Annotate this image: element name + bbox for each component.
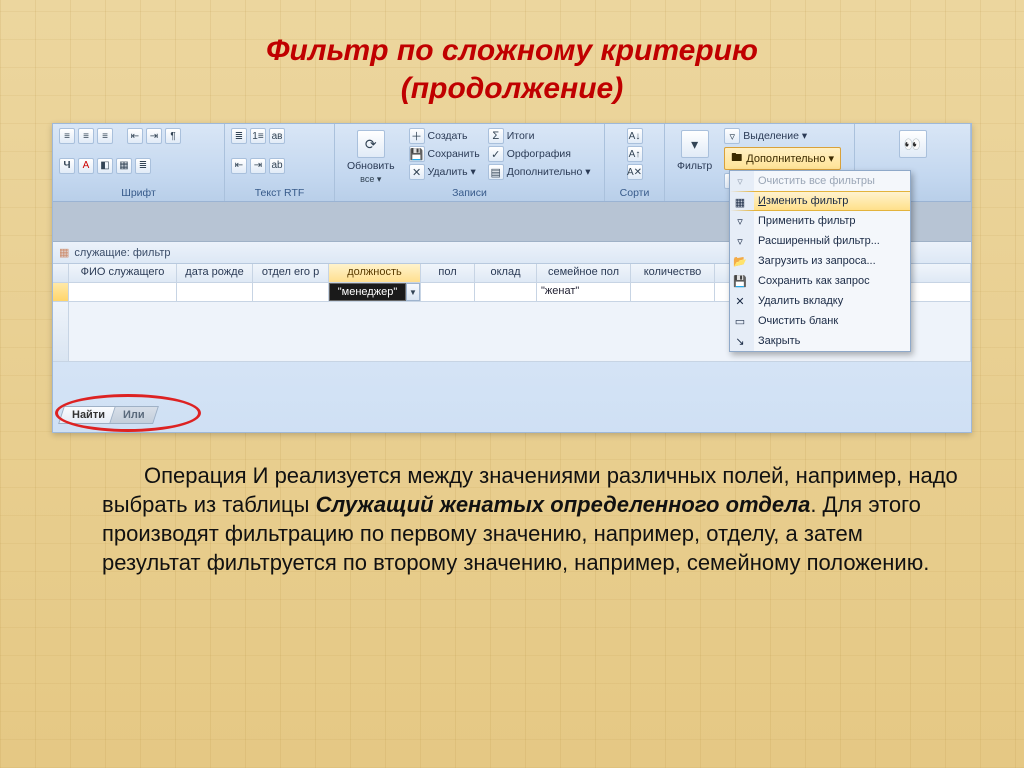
new-record-button[interactable]: ＋Создать <box>409 128 480 144</box>
numbering-icon[interactable]: 1≡ <box>250 128 266 144</box>
load-query-icon: 📂 <box>732 253 748 269</box>
spellcheck-button[interactable]: ✓Орфография <box>488 146 591 162</box>
advanced-filter-button[interactable]: 🖿Дополнительно ▾ <box>724 147 841 170</box>
delete-record-button[interactable]: ✕Удалить ▾ <box>409 164 480 180</box>
find-button-trunc[interactable]: 👀 <box>861 128 964 160</box>
save-icon: 💾 <box>409 146 425 162</box>
save-query-icon: 💾 <box>732 273 748 289</box>
col-count[interactable]: количество <box>631 264 715 283</box>
cell-fio[interactable] <box>69 283 177 302</box>
delete-icon: ✕ <box>409 164 425 180</box>
col-family[interactable]: семейное пол <box>537 264 631 283</box>
menu-clear-all: ▿Очистить все фильтры <box>730 171 910 191</box>
more-records-button[interactable]: ▤Дополнительно ▾ <box>488 164 591 180</box>
advanced-icon: 🖿 <box>731 149 742 168</box>
cell-salary[interactable] <box>475 283 537 302</box>
col-birth[interactable]: дата рожде <box>177 264 253 283</box>
sort-asc-icon[interactable]: A↓ <box>627 128 643 144</box>
ltr-icon[interactable]: ¶ <box>165 128 181 144</box>
col-dept[interactable]: отдел его р <box>253 264 329 283</box>
access-screenshot: ≡ ≡ ≡ ⇤ ⇥ ¶ Ч A ◧ ▦ ≣ Шрифт <box>52 123 972 433</box>
selection-filter-button[interactable]: ▿Выделение ▾ <box>724 128 841 144</box>
inc-indent-icon[interactable]: ⇥ <box>250 158 266 174</box>
new-icon: ＋ <box>409 128 425 144</box>
close-icon: ↘ <box>732 333 748 349</box>
more-icon: ▤ <box>488 164 504 180</box>
menu-load-query[interactable]: 📂Загрузить из запроса... <box>730 251 910 271</box>
row-selector-active[interactable] <box>53 283 69 302</box>
clear-sort-icon[interactable]: A✕ <box>627 164 643 180</box>
highlight-icon[interactable]: ab <box>269 158 285 174</box>
advanced-filter-menu: ▿Очистить все фильтры ▦Изменить фильтр ▿… <box>729 170 911 352</box>
position-value[interactable]: "менеджер" <box>329 283 406 301</box>
col-sex[interactable]: пол <box>421 264 475 283</box>
selection-icon: ▿ <box>724 128 740 144</box>
menu-edit-filter[interactable]: ▦Изменить фильтр <box>730 191 910 211</box>
explanation-paragraph: Операция И реализуется между значениями … <box>52 461 972 577</box>
clear-blank-icon: ▭ <box>732 313 748 329</box>
align-right-icon[interactable]: ≡ <box>97 128 113 144</box>
menu-advanced-filter[interactable]: ▿Расширенный фильтр... <box>730 231 910 251</box>
col-fio[interactable]: ФИО служащего <box>69 264 177 283</box>
ribbon-group-font: Шрифт <box>59 187 218 199</box>
cell-count[interactable] <box>631 283 715 302</box>
clear-filters-icon: ▿ <box>732 173 748 189</box>
filter-button[interactable]: ▾ Фильтр <box>671 128 718 174</box>
altrow-icon[interactable]: ≣ <box>135 158 151 174</box>
position-dropdown-icon[interactable]: ▼ <box>406 283 420 301</box>
gridlines-icon[interactable]: ▦ <box>116 158 132 174</box>
refresh-icon: ⟳ <box>357 130 385 158</box>
slide-title: Фильтр по сложному критерию (продолжение… <box>52 32 972 107</box>
font-color-icon[interactable]: A <box>78 158 94 174</box>
fill-color-icon[interactable]: ◧ <box>97 158 113 174</box>
cell-family[interactable]: "женат" <box>537 283 631 302</box>
datasheet-icon: ▦ <box>59 246 69 259</box>
cell-sex[interactable] <box>421 283 475 302</box>
indent-inc-icon[interactable]: ⇥ <box>146 128 162 144</box>
row-selector[interactable] <box>53 264 69 283</box>
binoculars-icon: 👀 <box>899 130 927 158</box>
menu-apply-filter[interactable]: ▿Применить фильтр <box>730 211 910 231</box>
tab-or[interactable]: Или <box>109 406 159 424</box>
align-left-icon[interactable]: ≡ <box>59 128 75 144</box>
ribbon-group-sort: Сорти <box>611 187 658 199</box>
col-position[interactable]: должность <box>329 264 421 283</box>
cell-position[interactable]: "менеджер" ▼ <box>329 283 421 302</box>
sort-desc-icon[interactable]: A↑ <box>627 146 643 162</box>
menu-delete-tab[interactable]: ✕Удалить вкладку <box>730 291 910 311</box>
menu-clear-blank[interactable]: ▭Очистить бланк <box>730 311 910 331</box>
ribbon-group-records: Записи <box>341 187 598 199</box>
filter-tabs: Найти Или <box>61 406 152 424</box>
rtf-icon[interactable]: aʙ <box>269 128 285 144</box>
edit-filter-icon: ▦ <box>732 194 748 210</box>
delete-tab-icon: ✕ <box>732 293 748 309</box>
indent-dec-icon[interactable]: ⇤ <box>127 128 143 144</box>
align-center-icon[interactable]: ≡ <box>78 128 94 144</box>
underline-button[interactable]: Ч <box>59 158 75 174</box>
cell-dept[interactable] <box>253 283 329 302</box>
totals-button[interactable]: ΣИтоги <box>488 128 591 144</box>
save-record-button[interactable]: 💾Сохранить <box>409 146 480 162</box>
cell-birth[interactable] <box>177 283 253 302</box>
spell-icon: ✓ <box>488 146 504 162</box>
menu-save-query[interactable]: 💾Сохранить как запрос <box>730 271 910 291</box>
menu-close[interactable]: ↘Закрыть <box>730 331 910 351</box>
bullets-icon[interactable]: ≣ <box>231 128 247 144</box>
refresh-all-button[interactable]: ⟳ Обновить все ▾ <box>341 128 401 187</box>
ribbon-group-rtf: Текст RTF <box>231 187 328 199</box>
sigma-icon: Σ <box>488 128 504 144</box>
apply-filter-icon: ▿ <box>732 213 748 229</box>
dec-indent-icon[interactable]: ⇤ <box>231 158 247 174</box>
col-salary[interactable]: оклад <box>475 264 537 283</box>
adv-filter-icon: ▿ <box>732 233 748 249</box>
funnel-icon: ▾ <box>681 130 709 158</box>
